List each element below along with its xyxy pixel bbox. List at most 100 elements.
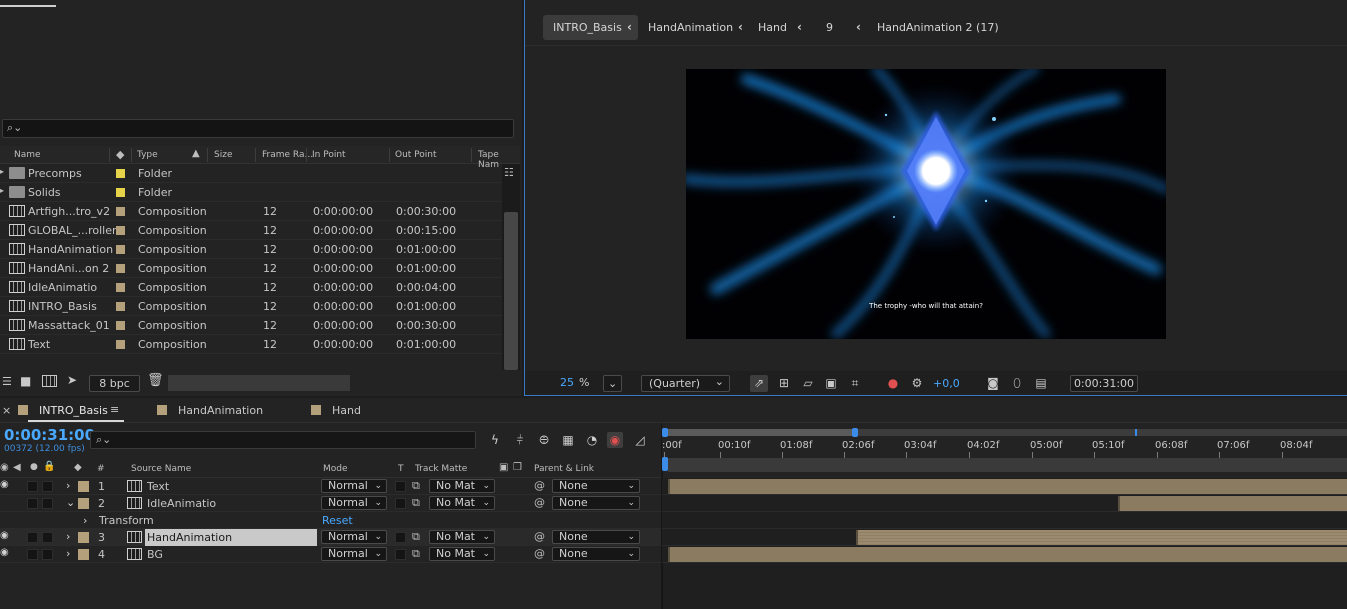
project-item-row[interactable]: IdleAnimatio Composition 12 0:00:00:00 0:00:… xyxy=(0,278,502,297)
eye-icon[interactable]: ◉ xyxy=(0,530,9,541)
label-color-swatch[interactable] xyxy=(116,207,125,216)
layer-row[interactable]: ◉ › 4 BG Normal ⌄ ⧉ No Mat ⌄ @ None ⌄ xyxy=(0,546,662,563)
layer-name[interactable]: HandAnimation xyxy=(145,529,317,546)
region-of-interest-icon[interactable]: ▣ xyxy=(822,375,840,392)
column-source-name[interactable]: Source Name xyxy=(131,464,191,474)
layer-duration-bar[interactable] xyxy=(1118,496,1347,511)
pick-whip-icon[interactable]: @ xyxy=(534,547,545,560)
parent-dropdown[interactable]: None ⌄ xyxy=(552,496,640,510)
project-scrollbar-thumb[interactable] xyxy=(504,212,518,370)
layer-row[interactable]: ◉ › 3 HandAnimation Normal ⌄ ⧉ No Mat ⌄ @ None ⌄ xyxy=(0,529,662,546)
chevron-right-icon[interactable]: › xyxy=(66,479,70,492)
layer-duration-bar[interactable] xyxy=(856,530,1347,545)
matte-link-icon[interactable]: ⧉ xyxy=(412,496,420,510)
shy-layers-icon[interactable]: ⨸ xyxy=(536,432,552,448)
show-snapshot-icon[interactable]: ⬯ xyxy=(1008,375,1026,392)
tab-intro-basis[interactable]: INTRO_Basis xyxy=(39,404,108,417)
frame-blending-icon[interactable]: ▦ xyxy=(560,432,576,448)
transform-property-row[interactable]: › Transform Reset xyxy=(0,512,662,529)
label-color-swatch[interactable] xyxy=(116,302,125,311)
grid-guides-icon[interactable]: ⌗ xyxy=(846,375,864,392)
zoom-value[interactable]: 25 xyxy=(560,376,574,389)
graph-editor-icon[interactable]: ◉ xyxy=(607,432,623,448)
breadcrumb-handanimation[interactable]: HandAnimation xyxy=(648,15,733,40)
transparency-grid-icon[interactable]: ⊞ xyxy=(775,375,793,392)
new-composition-icon[interactable] xyxy=(42,375,57,387)
close-icon[interactable]: × xyxy=(2,404,11,417)
label-color-swatch[interactable] xyxy=(116,188,125,197)
project-item-row[interactable]: ▸ Precomps Folder xyxy=(0,164,502,183)
column-type[interactable]: Type xyxy=(137,150,158,160)
preserve-transparency-toggle[interactable] xyxy=(395,498,406,509)
project-item-row[interactable]: HandAni...on 2 Composition 12 0:00:00:00 0:0… xyxy=(0,259,502,278)
chart-editor-icon[interactable]: ◿ xyxy=(632,432,648,448)
project-item-row[interactable]: INTRO_Basis Composition 12 0:00:00:00 0:01:0… xyxy=(0,297,502,316)
blend-mode-dropdown[interactable]: Normal ⌄ xyxy=(321,547,387,561)
pick-whip-icon[interactable]: @ xyxy=(534,479,545,492)
interpret-footage-icon[interactable]: ☰ xyxy=(2,375,12,388)
project-item-row[interactable]: Artfigh...tro_v2 Composition 12 0:00:00:00 0… xyxy=(0,202,502,221)
lock-icon[interactable]: 🔒 xyxy=(43,461,55,472)
blend-mode-dropdown[interactable]: Normal ⌄ xyxy=(321,530,387,544)
work-area-end-handle[interactable] xyxy=(852,428,858,437)
tab-hand[interactable]: Hand xyxy=(332,404,361,417)
preserve-transparency-toggle[interactable] xyxy=(395,481,406,492)
matte-switch-icon[interactable]: ▣ xyxy=(499,462,508,473)
project-bit-depth-button[interactable]: 8 bpc xyxy=(89,375,140,392)
project-tab-indicator[interactable] xyxy=(0,0,56,7)
layer-row[interactable]: ⌄ 2 IdleAnimatio Normal ⌄ ⧉ No Mat ⌄ @ None ⌄ xyxy=(0,495,662,512)
work-area-start-handle[interactable] xyxy=(662,428,668,437)
chevron-down-icon[interactable]: ⌄ xyxy=(66,496,75,509)
chevron-right-icon[interactable]: › xyxy=(66,530,70,543)
layer-duration-bar[interactable] xyxy=(668,479,1347,494)
solo-toggle[interactable] xyxy=(27,549,38,560)
matte-link-icon[interactable]: ⧉ xyxy=(412,547,420,561)
lock-toggle[interactable] xyxy=(42,549,53,560)
reset-exposure-icon[interactable]: ⚙ xyxy=(908,375,926,392)
solo-toggle[interactable] xyxy=(27,532,38,543)
breadcrumb-hand[interactable]: Hand xyxy=(758,15,787,40)
trash-icon[interactable]: 🗑 xyxy=(147,373,164,388)
layer-track[interactable] xyxy=(662,529,1347,546)
label-color-swatch[interactable] xyxy=(116,245,125,254)
track-matte-dropdown[interactable]: No Mat ⌄ xyxy=(429,530,495,544)
time-marker[interactable] xyxy=(1135,429,1137,436)
project-item-row[interactable]: Text Composition 12 0:00:00:00 0:01:00:00 xyxy=(0,335,502,354)
layer-track[interactable] xyxy=(662,478,1347,495)
breadcrumb-intro-basis[interactable]: INTRO_Basis xyxy=(543,15,638,40)
layer-name[interactable]: BG xyxy=(147,548,163,561)
lock-toggle[interactable] xyxy=(42,481,53,492)
project-item-row[interactable]: ▸ Solids Folder xyxy=(0,183,502,202)
label-column-icon[interactable]: ◆ xyxy=(74,462,82,473)
layer-row[interactable]: ◉ › 1 Text Normal ⌄ ⧉ No Mat ⌄ @ None ⌄ xyxy=(0,478,662,495)
blend-mode-dropdown[interactable]: Normal ⌄ xyxy=(321,496,387,510)
panel-menu-icon[interactable]: ≡ xyxy=(110,403,119,416)
label-column-icon[interactable]: ◆ xyxy=(116,148,124,161)
label-color-swatch[interactable] xyxy=(116,321,125,330)
label-color-swatch[interactable] xyxy=(116,264,125,273)
layer-name[interactable]: Text xyxy=(147,480,169,493)
layer-label-color[interactable] xyxy=(78,549,89,560)
link-switch-icon[interactable]: ❒ xyxy=(513,462,522,473)
column-t[interactable]: T xyxy=(398,464,404,474)
resolution-dropdown[interactable]: (Quarter) ⌄ xyxy=(641,375,730,392)
breadcrumb-handanimation-2[interactable]: HandAnimation 2 (17) xyxy=(877,15,999,40)
label-color-swatch[interactable] xyxy=(116,340,125,349)
breadcrumb-9[interactable]: 9 xyxy=(826,15,833,40)
exposure-value[interactable]: +0,0 xyxy=(933,377,960,390)
motion-blur-icon[interactable]: ◔ xyxy=(584,432,600,448)
render-queue-icon[interactable]: ➤ xyxy=(67,373,77,387)
lock-toggle[interactable] xyxy=(42,498,53,509)
layer-label-color[interactable] xyxy=(78,532,89,543)
matte-link-icon[interactable]: ⧉ xyxy=(412,479,420,493)
snapshot-camera-icon[interactable]: ◙ xyxy=(984,375,1002,392)
solo-toggle[interactable] xyxy=(27,481,38,492)
fast-previews-icon[interactable]: ⇗ xyxy=(750,375,768,392)
layer-name[interactable]: IdleAnimatio xyxy=(147,497,216,510)
label-color-swatch[interactable] xyxy=(116,283,125,292)
project-search-input[interactable]: ⌕⌄ xyxy=(2,119,514,138)
audio-switch-icon[interactable]: ◀ xyxy=(13,462,21,473)
label-color-swatch[interactable] xyxy=(116,169,125,178)
project-item-row[interactable]: HandAnimation Composition 12 0:00:00:00 0:01… xyxy=(0,240,502,259)
track-matte-dropdown[interactable]: No Mat ⌄ xyxy=(429,479,495,493)
